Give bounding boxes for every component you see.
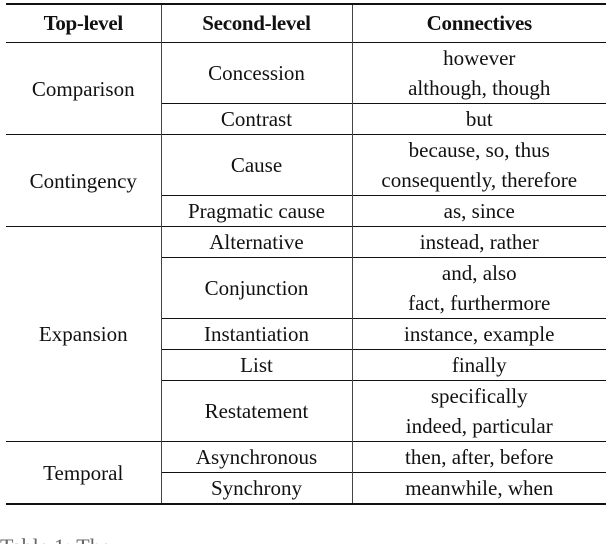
connectives-cell: but <box>351 103 606 135</box>
connective-line: meanwhile, when <box>405 476 554 500</box>
second-level-cell: Pragmatic cause <box>160 195 352 227</box>
connective-line: and, also <box>441 261 517 285</box>
connectives-cell: then, after, before <box>351 441 606 473</box>
connectives-cell: instead, rather <box>351 226 606 258</box>
second-level-cell: Cause <box>160 134 352 196</box>
top-level-cell: Comparison <box>31 76 135 101</box>
connectives-cell: specifically indeed, particular <box>351 380 606 442</box>
table-header: Top-level Second-level Connectives <box>6 4 606 43</box>
connective-line: then, after, before <box>405 445 554 469</box>
group-contingency: Contingency Cause because, so, thus consequ… <box>6 134 606 227</box>
connective-line: however <box>443 46 516 70</box>
second-level-cell: List <box>160 349 352 381</box>
top-level-cell: Contingency <box>29 168 137 193</box>
header-top-level: Top-level <box>43 11 124 35</box>
top-level-cell: Temporal <box>43 460 124 485</box>
connective-line: but <box>465 107 493 131</box>
connective-line: finally <box>451 353 507 377</box>
table-row: Temporal Asynchronous then, after, before <box>6 441 606 485</box>
table-row: Comparison Concession however although, tho… <box>6 42 606 104</box>
connective-line: consequently, therefore <box>381 168 578 192</box>
connective-line: instead, rather <box>419 230 539 254</box>
header-row: Top-level Second-level Connectives <box>6 4 606 43</box>
table-caption: Table 1: The <box>0 532 608 544</box>
table-row: Expansion Alternative instead, rather <box>6 226 606 346</box>
connectives-cell: finally <box>351 349 606 381</box>
connective-line: although, though <box>408 76 551 100</box>
connective-line: fact, furthermore <box>408 291 551 315</box>
second-level-cell: Instantiation <box>160 318 352 350</box>
connective-line: instance, example <box>404 322 555 346</box>
top-level-cell: Expansion <box>38 322 128 346</box>
connectives-table: Top-level Second-level Connectives Compa… <box>6 3 606 505</box>
second-level-cell: Contrast <box>160 103 352 135</box>
connectives-cell: and, also fact, furthermore <box>351 257 606 319</box>
group-temporal: Temporal Asynchronous then, after, before S… <box>6 441 606 504</box>
table-row: Contingency Cause because, so, thus consequ… <box>6 134 606 196</box>
header-second-level: Second-level <box>160 4 352 43</box>
second-level-cell: Conjunction <box>160 257 352 319</box>
header-connectives: Connectives <box>351 4 606 43</box>
connectives-cell: however although, though <box>351 42 606 104</box>
connective-line: as, since <box>443 199 515 223</box>
connectives-cell: because, so, thus consequently, therefore <box>351 134 606 196</box>
connectives-cell: as, since <box>351 195 606 227</box>
second-level-cell: Synchrony <box>160 472 352 504</box>
connective-line: because, so, thus <box>408 138 550 162</box>
connective-line: specifically <box>430 384 528 408</box>
group-expansion: Expansion Alternative instead, rather Conju… <box>6 226 606 442</box>
connective-line: indeed, particular <box>405 414 553 438</box>
second-level-cell: Asynchronous <box>160 441 352 473</box>
connectives-cell: instance, example <box>351 318 606 350</box>
second-level-cell: Alternative <box>160 226 352 258</box>
second-level-cell: Concession <box>160 42 352 104</box>
second-level-cell: Restatement <box>160 380 352 442</box>
group-comparison: Comparison Concession however although, tho… <box>6 42 606 135</box>
connectives-table-container: Top-level Second-level Connectives Compa… <box>6 3 606 505</box>
connectives-cell: meanwhile, when <box>351 472 606 504</box>
